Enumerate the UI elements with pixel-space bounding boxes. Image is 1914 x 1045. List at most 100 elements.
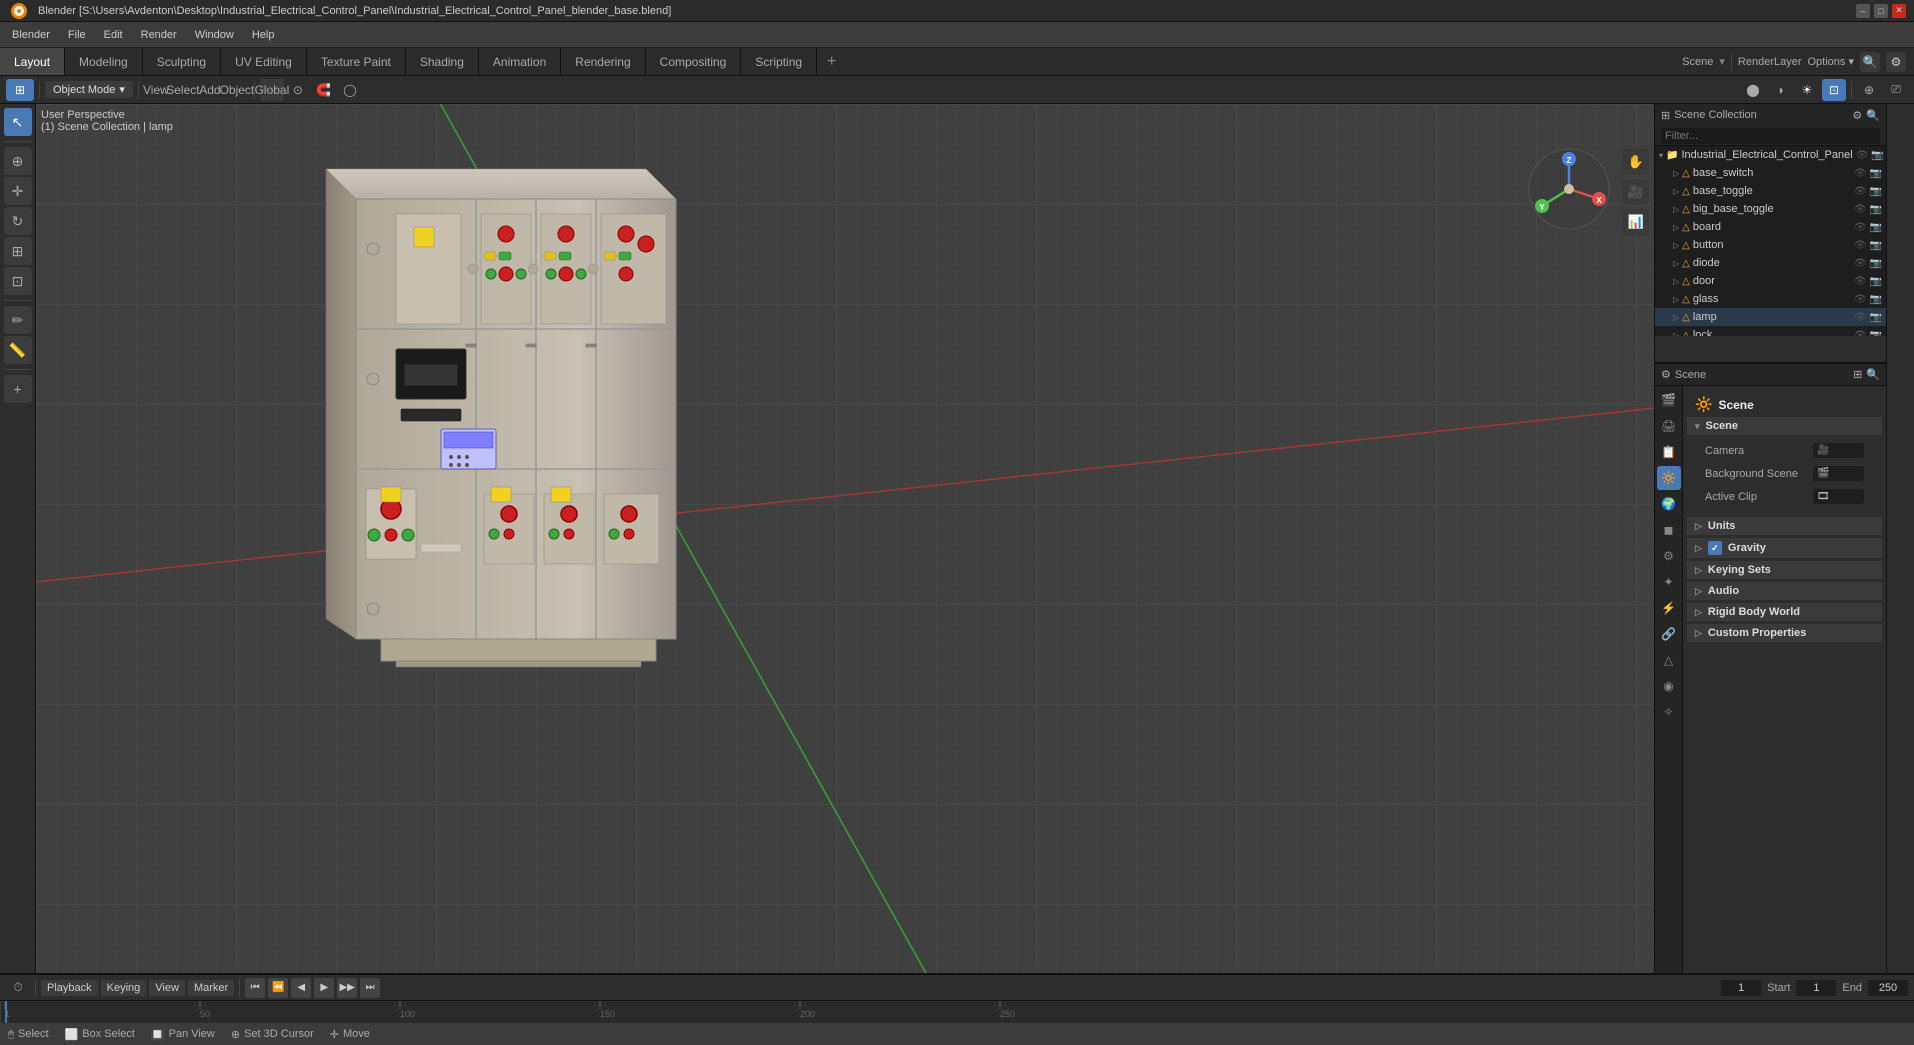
- props-data-icon[interactable]: △: [1657, 648, 1681, 672]
- viewport-shading-material[interactable]: ◑: [1768, 79, 1792, 101]
- object-mode-dropdown[interactable]: Object Mode ▾: [45, 81, 133, 98]
- outliner-search-input[interactable]: [1661, 128, 1880, 144]
- overlays-btn[interactable]: ⊕: [1857, 79, 1881, 101]
- outliner-item-lock[interactable]: ▷ △ lock 👁📷: [1655, 326, 1886, 336]
- collection-root[interactable]: ▾ 📁 Industrial_Electrical_Control_Panel …: [1655, 146, 1886, 164]
- tab-animation[interactable]: Animation: [479, 48, 561, 75]
- props-constraints-icon[interactable]: 🔗: [1657, 622, 1681, 646]
- active-clip-value[interactable]: 🎞: [1813, 489, 1864, 504]
- menu-render[interactable]: Render: [133, 27, 185, 43]
- props-filter-btn[interactable]: ⊞: [1853, 368, 1862, 381]
- props-world-icon[interactable]: 🌍: [1657, 492, 1681, 516]
- filter-button[interactable]: ⚙: [1886, 52, 1906, 72]
- play-btn[interactable]: ▶: [314, 978, 334, 998]
- tab-uv-editing[interactable]: UV Editing: [221, 48, 307, 75]
- menu-edit[interactable]: Edit: [96, 27, 131, 43]
- props-object-icon[interactable]: ◼: [1657, 518, 1681, 542]
- renderlayer-select[interactable]: RenderLayer: [1738, 56, 1802, 68]
- add-menu[interactable]: Add: [198, 79, 222, 101]
- search-button[interactable]: 🔍: [1860, 52, 1880, 72]
- camera-value[interactable]: 🎥: [1813, 443, 1864, 458]
- rigid-body-world-sub-header[interactable]: ▷ Rigid Body World: [1687, 603, 1882, 621]
- outliner-search-btn[interactable]: 🔍: [1866, 109, 1880, 122]
- viewport-3d[interactable]: User Perspective (1) Scene Collection | …: [36, 104, 1654, 973]
- props-render-icon[interactable]: 🎬: [1657, 388, 1681, 412]
- jump-back-btn[interactable]: ⏪: [268, 978, 288, 998]
- current-frame-input[interactable]: 1: [1721, 980, 1761, 996]
- annotate-tool[interactable]: ✏: [4, 306, 32, 334]
- outliner-item-big-base-toggle[interactable]: ▷ △ big_base_toggle 👁📷: [1655, 200, 1886, 218]
- scene-sub-header[interactable]: ▾ Scene: [1687, 417, 1882, 435]
- props-physics-icon[interactable]: ⚡: [1657, 596, 1681, 620]
- maximize-button[interactable]: □: [1874, 4, 1888, 18]
- add-workspace-button[interactable]: +: [817, 48, 846, 75]
- cursor-tool[interactable]: ⊕: [4, 147, 32, 175]
- menu-file[interactable]: File: [60, 27, 94, 43]
- select-tool[interactable]: ↖: [4, 108, 32, 136]
- outliner-filter-btn[interactable]: ⚙: [1852, 109, 1862, 122]
- tab-shading[interactable]: Shading: [406, 48, 479, 75]
- view-gizmo[interactable]: Z X Y: [1524, 144, 1614, 234]
- menu-help[interactable]: Help: [244, 27, 283, 43]
- play-back-btn[interactable]: ◀: [291, 978, 311, 998]
- view-dropdown[interactable]: View: [149, 980, 185, 996]
- viewport-shading-wireframe[interactable]: ⊡: [1822, 79, 1846, 101]
- audio-sub-header[interactable]: ▷ Audio: [1687, 582, 1882, 600]
- tab-modeling[interactable]: Modeling: [65, 48, 143, 75]
- props-view-layer-icon[interactable]: 📋: [1657, 440, 1681, 464]
- move-tool[interactable]: ✛: [4, 177, 32, 205]
- object-menu[interactable]: Object: [225, 79, 249, 101]
- rotate-tool[interactable]: ↻: [4, 207, 32, 235]
- tab-texture-paint[interactable]: Texture Paint: [307, 48, 406, 75]
- playback-dropdown[interactable]: Playback: [41, 980, 98, 996]
- start-frame-input[interactable]: 1: [1796, 980, 1836, 996]
- tab-scripting[interactable]: Scripting: [741, 48, 817, 75]
- outliner-item-base-switch[interactable]: ▷ △ base_switch 👁📷: [1655, 164, 1886, 182]
- units-sub-header[interactable]: ▷ Units: [1687, 517, 1882, 535]
- transform-tool[interactable]: ⊡: [4, 267, 32, 295]
- hand-tool[interactable]: ✋: [1623, 149, 1649, 175]
- gravity-sub-header[interactable]: ▷ ✓ Gravity: [1687, 538, 1882, 558]
- end-frame-input[interactable]: 250: [1868, 980, 1908, 996]
- viewport-shading-rendered[interactable]: ☀: [1795, 79, 1819, 101]
- marker-dropdown[interactable]: Marker: [188, 980, 234, 996]
- play-forward-btn[interactable]: ▶▶: [337, 978, 357, 998]
- custom-props-sub-header[interactable]: ▷ Custom Properties: [1687, 624, 1882, 642]
- view-layer-select[interactable]: ▾: [1719, 55, 1725, 68]
- view-menu[interactable]: View: [144, 79, 168, 101]
- outliner-item-button[interactable]: ▷ △ button 👁📷: [1655, 236, 1886, 254]
- pivot-btn[interactable]: ⊙: [286, 79, 310, 101]
- minimize-button[interactable]: –: [1856, 4, 1870, 18]
- menu-window[interactable]: Window: [187, 27, 242, 43]
- keying-sets-sub-header[interactable]: ▷ Keying Sets: [1687, 561, 1882, 579]
- props-shaderfx-icon[interactable]: ✧: [1657, 700, 1681, 724]
- tab-rendering[interactable]: Rendering: [561, 48, 645, 75]
- tab-sculpting[interactable]: Sculpting: [143, 48, 221, 75]
- gravity-checkbox[interactable]: ✓: [1708, 541, 1722, 555]
- add-object-tool[interactable]: +: [4, 375, 32, 403]
- timeline-editor-type[interactable]: ⏱: [6, 977, 30, 999]
- props-search-btn[interactable]: 🔍: [1866, 368, 1880, 381]
- proportional-btn[interactable]: ◯: [338, 79, 362, 101]
- outliner-item-glass[interactable]: ▷ △ glass 👁📷: [1655, 290, 1886, 308]
- viewport-shading-solid[interactable]: ⬤: [1741, 79, 1765, 101]
- props-material-icon[interactable]: ◉: [1657, 674, 1681, 698]
- menu-blender[interactable]: Blender: [4, 27, 58, 43]
- outliner-item-diode[interactable]: ▷ △ diode 👁📷: [1655, 254, 1886, 272]
- outliner-item-base-toggle[interactable]: ▷ △ base_toggle 👁📷: [1655, 182, 1886, 200]
- outliner-item-lamp[interactable]: ▷ △ lamp 👁📷: [1655, 308, 1886, 326]
- outliner-item-door[interactable]: ▷ △ door 👁📷: [1655, 272, 1886, 290]
- scene-select[interactable]: Scene: [1682, 56, 1713, 68]
- xray-btn[interactable]: ⎚: [1884, 79, 1908, 101]
- go-start-btn[interactable]: ⏮: [245, 978, 265, 998]
- props-particles-icon[interactable]: ✦: [1657, 570, 1681, 594]
- camera-view-btn[interactable]: 🎥: [1623, 179, 1649, 205]
- scale-tool[interactable]: ⊞: [4, 237, 32, 265]
- background-scene-value[interactable]: 🎬: [1813, 466, 1864, 481]
- editor-type-button[interactable]: ⊞: [6, 79, 34, 101]
- props-scene-icon[interactable]: 🔆: [1657, 466, 1681, 490]
- timeline-ruler[interactable]: 1 50 100 150 200 250: [0, 1001, 1914, 1023]
- measure-tool[interactable]: 📏: [4, 336, 32, 364]
- tab-compositing[interactable]: Compositing: [646, 48, 742, 75]
- keying-dropdown[interactable]: Keying: [101, 980, 147, 996]
